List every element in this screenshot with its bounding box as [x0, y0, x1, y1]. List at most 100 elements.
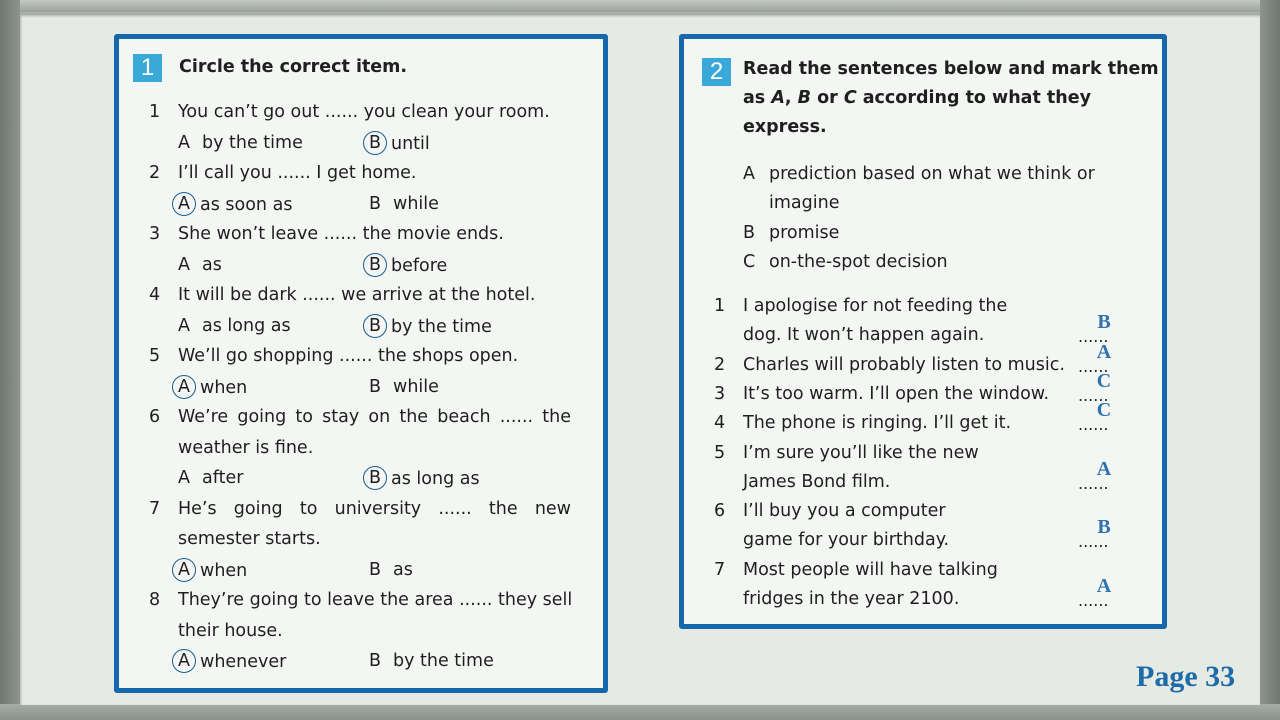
question-1-option-a[interactable]: Aby the time	[178, 132, 303, 154]
page-number-label: Page 33	[1136, 660, 1236, 693]
sentence-6-text: I’ll buy you a computer	[743, 501, 946, 522]
question-7-option-a[interactable]: Awhen	[172, 557, 247, 583]
sentence-4-answer: C	[1096, 399, 1112, 422]
sentence-3-answer: C	[1096, 369, 1112, 392]
circled-answer-letter: B	[363, 252, 387, 277]
question-6-option-a[interactable]: Aafter	[178, 467, 243, 489]
sentence-number: 6	[714, 501, 726, 522]
circled-answer-letter: B	[363, 130, 387, 155]
sentence-number: 1	[714, 296, 726, 316]
category-letter: C	[743, 251, 756, 272]
option-text: until	[391, 133, 430, 154]
option-text: as	[202, 254, 222, 275]
sentence-2-answer: A	[1096, 340, 1112, 363]
sentence-7-text: fridges in the year 2100.	[743, 589, 960, 609]
question-2-text: I’ll call you ...... I get home.	[178, 163, 417, 183]
question-3-option-b[interactable]: Bbefore	[363, 252, 448, 278]
sentence-number: 3	[714, 383, 726, 404]
instruction-text: according to what they	[862, 88, 1092, 108]
frame-edge-bottom	[0, 704, 1280, 720]
exercise-2-instruction-line-2: as A, B or C according to what they	[743, 88, 1092, 108]
exercise-2-number-badge: 2	[702, 58, 731, 86]
sentence-5-text: James Bond film.	[743, 471, 891, 492]
sentence-1-answer: B	[1097, 311, 1111, 334]
option-text: as long as	[391, 469, 480, 489]
question-5-option-b[interactable]: Bwhile	[369, 376, 439, 398]
option-letter: A	[178, 315, 190, 336]
sentence-number: 4	[714, 413, 726, 434]
circled-answer-letter: A	[172, 557, 196, 582]
circled-answer-letter: A	[172, 191, 196, 216]
exercise-2-instruction-line-1: Read the sentences below and mark them	[743, 59, 1159, 79]
option-text: when	[200, 377, 248, 398]
instruction-letter-a: A	[771, 88, 785, 108]
question-5-option-a[interactable]: Awhen	[172, 374, 248, 400]
sentence-7-answer: A	[1096, 575, 1112, 597]
question-5-text: We’ll go shopping ...... the shops open.	[178, 346, 519, 366]
option-letter: B	[369, 559, 382, 580]
question-4-option-b[interactable]: Bby the time	[363, 313, 492, 339]
sentence-number: 2	[714, 354, 726, 375]
question-3-option-a[interactable]: Aas	[178, 254, 222, 276]
category-c-text: on-the-spot decision	[769, 251, 948, 272]
question-number: 3	[149, 224, 161, 244]
category-a-text: prediction based on what we think or	[769, 164, 1095, 184]
sentence-6-text: game for your birthday.	[743, 530, 950, 551]
option-text: before	[391, 255, 448, 276]
question-number: 4	[149, 285, 161, 305]
circled-answer-letter: A	[172, 374, 196, 399]
question-number: 6	[149, 407, 161, 427]
option-text: as soon as	[200, 194, 293, 215]
question-8-text: their house.	[178, 620, 283, 641]
question-4-option-a[interactable]: Aas long as	[178, 315, 291, 337]
question-1-text: You can’t go out ...... you clean your r…	[178, 102, 550, 122]
question-8-option-b[interactable]: Bby the time	[369, 650, 494, 672]
question-7-text: semester starts.	[178, 529, 321, 549]
sentence-2-text: Charles will probably listen to music.	[743, 354, 1065, 375]
question-6-option-b[interactable]: Bas long as	[363, 466, 480, 491]
option-text: as long as	[202, 315, 291, 336]
sentence-1-text: I apologise for not feeding the	[743, 296, 1008, 316]
question-3-text: She won’t leave ...... the movie ends.	[178, 224, 504, 244]
sentence-6-answer: B	[1097, 516, 1111, 539]
frame-edge-top	[0, 0, 1280, 12]
circled-answer-letter: B	[363, 313, 387, 338]
question-number: 5	[149, 346, 161, 366]
exercise-1-number-badge: 1	[133, 54, 162, 82]
question-number: 7	[149, 498, 161, 519]
option-letter: A	[178, 132, 190, 153]
option-letter: B	[369, 193, 382, 214]
question-8-text: They’re going to leave the area ...... t…	[178, 590, 573, 610]
option-letter: A	[178, 254, 190, 275]
instruction-word: or	[817, 88, 838, 108]
question-2-option-a[interactable]: Aas soon as	[172, 191, 293, 217]
instruction-letter-b: B	[797, 88, 811, 108]
sentence-number: 5	[714, 442, 726, 463]
question-7-option-b[interactable]: Bas	[369, 559, 413, 581]
question-8-option-a[interactable]: Awhenever	[172, 649, 287, 674]
option-text: as	[393, 559, 413, 580]
option-letter: B	[369, 651, 382, 671]
category-letter: B	[743, 222, 756, 243]
sentence-4-text: The phone is ringing. I’ll get it.	[743, 413, 1012, 434]
option-text: by the time	[202, 132, 303, 153]
category-letter: A	[743, 164, 755, 184]
circled-answer-letter: A	[172, 649, 196, 673]
question-6-text: weather is fine.	[178, 437, 314, 458]
frame-edge-left	[0, 0, 20, 720]
exercise-1-instruction: Circle the correct item.	[179, 57, 408, 77]
exercise-1-panel: 1 Circle the correct item. You can’t go …	[114, 34, 608, 693]
option-text: by the time	[393, 651, 494, 671]
option-text: whenever	[200, 652, 287, 672]
sentence-number: 7	[714, 559, 726, 580]
circled-answer-letter: B	[363, 466, 387, 490]
question-1-option-b[interactable]: Buntil	[363, 130, 430, 156]
frame-edge-right	[1260, 0, 1280, 720]
option-letter: A	[178, 468, 190, 488]
question-2-option-b[interactable]: Bwhile	[369, 193, 439, 215]
question-7-text: He’s going to university ...... the new	[178, 498, 571, 519]
option-text: after	[202, 468, 244, 488]
question-number: 1	[149, 102, 161, 122]
exercise-2-panel: 2 Read the sentences below and mark them…	[679, 34, 1167, 629]
question-number: 8	[149, 590, 161, 610]
